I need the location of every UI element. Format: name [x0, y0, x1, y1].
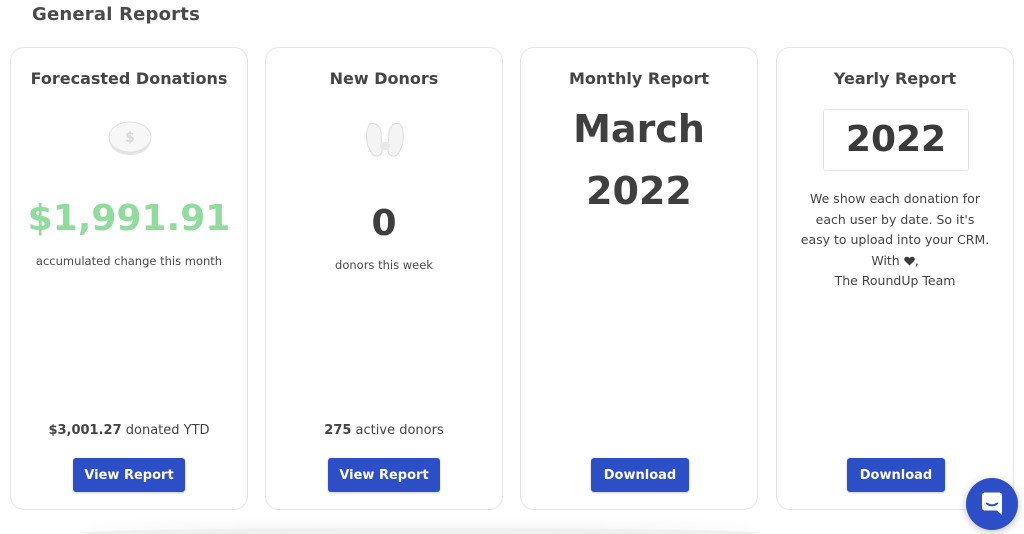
active-donors-label: active donors	[351, 423, 444, 438]
new-donors-card: New Donors 0 donors this week 275 active…	[265, 47, 503, 510]
card-title: Yearly Report	[833, 69, 957, 88]
ytd-summary: $3,001.27 donated YTD	[11, 423, 247, 438]
count-caption: donors this week	[335, 258, 433, 272]
monthly-report-card: Monthly Report March 2022 Download	[520, 47, 758, 510]
active-donors-count: 275	[324, 423, 352, 438]
message-line: each user by date. So it's	[815, 211, 975, 227]
decorative-shadow	[80, 528, 760, 534]
message-line: We show each donation for	[810, 191, 980, 206]
message-text: ,	[914, 252, 919, 268]
view-report-button[interactable]: View Report	[73, 458, 185, 492]
section-title: General Reports	[32, 4, 200, 25]
coin-icon: $	[108, 121, 152, 155]
yearly-message: We show each donation for each user by d…	[789, 189, 1001, 292]
giving-hands-icon	[366, 123, 404, 157]
download-yearly-button[interactable]: Download	[847, 458, 945, 492]
card-title: Monthly Report	[569, 69, 709, 88]
report-month: March	[573, 107, 705, 151]
forecasted-amount: $1,991.91	[27, 198, 231, 239]
message-text: With	[871, 252, 904, 268]
message-line: easy to upload into your CRM.	[800, 232, 990, 247]
ytd-label: donated YTD	[121, 423, 210, 438]
heart-icon	[903, 256, 915, 266]
view-report-button[interactable]: View Report	[328, 458, 440, 492]
year-selector[interactable]: 2022	[823, 109, 969, 171]
amount-caption: accumulated change this month	[35, 254, 223, 268]
yearly-report-card: Yearly Report 2022 We show each donation…	[776, 47, 1014, 510]
ytd-amount: $3,001.27	[48, 423, 122, 438]
report-period: March 2022	[521, 98, 757, 222]
active-donors-summary: 275 active donors	[266, 423, 502, 438]
new-donors-count: 0	[371, 203, 397, 244]
svg-text:$: $	[125, 130, 135, 146]
message-line: With ,	[789, 251, 1001, 272]
chat-icon	[982, 492, 1002, 515]
report-year: 2022	[586, 169, 692, 213]
card-title: New Donors	[329, 69, 439, 88]
download-monthly-button[interactable]: Download	[591, 458, 689, 492]
forecasted-donations-card: Forecasted Donations $ $1,991.91 accumul…	[10, 47, 248, 510]
card-title: Forecasted Donations	[30, 69, 228, 88]
chat-launcher-button[interactable]	[966, 478, 1018, 530]
message-line: The RoundUp Team	[834, 273, 956, 288]
